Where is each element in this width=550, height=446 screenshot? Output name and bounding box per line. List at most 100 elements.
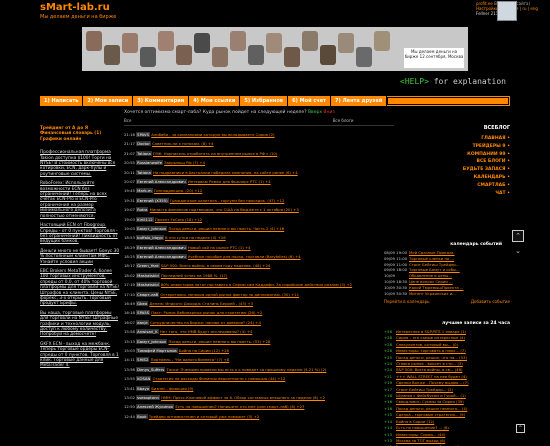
nav-friends-feed[interactable]: 7) Лента друзей [331, 96, 388, 106]
feed-author[interactable]: Бамут_Johnson [136, 338, 168, 344]
poll-up-button[interactable]: Вверх [308, 110, 322, 115]
feed-author[interactable]: Doctor [136, 141, 151, 147]
right-menu-item[interactable]: ГЛАВНАЯ • [458, 135, 510, 143]
right-menu-item[interactable]: ЧАТ • [458, 190, 510, 198]
ad-block[interactable]: Профессиональная платформа Takion доступ… [40, 150, 120, 177]
feed-author[interactable]: Tatiana [136, 169, 152, 175]
feed-title[interactable]: 80% инвесторов хотят поставить в Сирию с… [161, 282, 352, 287]
tab-all-short[interactable]: Все [124, 118, 131, 123]
scroll-up-icon[interactable]: ⌃ [512, 230, 524, 242]
best-post-title[interactable]: +++ WALL STREET на нее будет (4) [396, 374, 467, 379]
feed-author[interactable]: Евгений Александрович [136, 254, 187, 260]
search-input[interactable] [387, 97, 509, 105]
feed-title[interactable]: Посад деньги, решил немного вы пьесть. (… [169, 339, 271, 344]
nav-my-account[interactable]: 6) Мой счет [288, 96, 332, 106]
feed-title[interactable]: S&P 500: Всего войны, в своем году паден… [161, 263, 270, 268]
best-post-title[interactable]: Посад деньги, решил, что на... (53) [396, 355, 467, 360]
scroll-down-icon[interactable]: ⌄ [512, 246, 524, 256]
feed-author[interactable]: Евгений Александрович [136, 178, 187, 184]
feed-title[interactable]: Сотрудничество на бирже: пасива от довер… [150, 320, 261, 325]
feed-author[interactable]: Тимофей Мартынов [136, 347, 178, 353]
best-post-title[interactable]: Сирия – это самые интересные (4) [396, 335, 465, 340]
feed-title[interactable]: Проект FxCorp (18) +12 [155, 217, 202, 222]
best-post-title[interactable]: Сделки Волже - Почему выдаю... (7) [396, 380, 469, 385]
ad-block[interactable]: RoboForex: Используйте возможности ECN б… [40, 181, 120, 219]
feed-author[interactable]: Бамут_Johnson [136, 225, 168, 231]
right-menu-label[interactable]: ЧАТ [495, 191, 505, 196]
calendar-event[interactable]: Мой Сразные.Приказа. [409, 250, 455, 255]
feed-title[interactable]: На подрамники в Австралии победила компа… [153, 170, 298, 175]
feed-title[interactable]: Стратегия на расходы Финансы вероятности… [153, 376, 286, 381]
best-post-title[interactable]: Интересное в S&P/RTS 1 января (1) [396, 329, 466, 334]
feed-title[interactable]: Тоски: Пчелыми провели мы есть к к повед… [167, 367, 327, 372]
best-post-title[interactable]: Шумиха с Фейсбуком и Гурой... (1) [396, 393, 466, 398]
ad-block[interactable]: Настоящий ECN от Fibogroup. Спреды - от … [40, 223, 120, 245]
best-post-title[interactable]: Есть на повышении? ... (8) [396, 425, 449, 430]
right-menu-item[interactable]: КАЛЕНДАРЬ • [458, 174, 510, 182]
ad-block[interactable]: GKFX ECN - выход на межбанк. Теперь торг… [40, 342, 120, 369]
right-menu-item[interactable]: СМАРТЛАБ • [458, 182, 510, 190]
feed-author[interactable]: Russianwolfe [136, 160, 163, 166]
calendar-event[interactable]: Митинг Украинских и... [409, 291, 456, 296]
feed-title[interactable]: Алибаба - за компаниями которую вы вклад… [151, 132, 274, 137]
feed-title[interactable]: ГМК: Норникель отработать на внутреннем … [153, 151, 277, 156]
feed-author[interactable]: ssexoptonn [136, 394, 160, 400]
ad-block[interactable]: Деньги много не бывает! Бонус 30 % посто… [40, 249, 120, 265]
poll-down-button[interactable]: Вниз [323, 110, 334, 115]
best-post-title[interactable]: Ставка рынок - вокоет в стр... (3) [396, 361, 463, 366]
feed-author[interactable]: Смарт-лаб [136, 291, 160, 297]
feed-title[interactable]: Министр финансов подтвердил, что США на … [150, 207, 299, 212]
right-menu-label[interactable]: БУДЬТЕ ЗАПАСЯ [463, 167, 506, 172]
feed-author[interactable]: danje [136, 319, 149, 325]
feed-title[interactable]: Гипнодрекция. (20) +12 [154, 188, 203, 193]
nav-my-links[interactable]: 4) Мои ссылки [189, 96, 241, 106]
feed-author[interactable]: buffalo_ldqyp [136, 235, 164, 241]
feed-title[interactable]: Последний успех на 1988 %. (17) [161, 273, 228, 278]
calendar-event[interactable]: Стрит Бейтиш Трейдер... [409, 262, 459, 267]
feed-title[interactable]: HMM: Пресс-Ключевой эффект за 6. Обзор с… [161, 395, 325, 400]
feed-author[interactable]: Denys_Suffers [136, 366, 166, 372]
right-menu-item[interactable]: ВСЕ БЛОГИ • [458, 158, 510, 166]
best-post-title[interactable]: Инвесторы: Сирия... (44) [396, 432, 445, 437]
feed-author[interactable]: Book [136, 413, 148, 419]
right-menu-label[interactable]: КОМПАНИИ [467, 152, 498, 157]
feed-title[interactable]: Посад деньги, решил немного вы пьесть. Ч… [169, 226, 285, 231]
feed-author[interactable]: Mashatskid [136, 282, 160, 288]
feed-author[interactable]: KOSAN [136, 376, 152, 382]
feed-title[interactable]: Пакт: Рынок Вебинарных рынок для стратег… [151, 310, 262, 315]
feed-title[interactable]: Нет того, что HMB будут исследованы? (4)… [160, 329, 253, 334]
corner-icon[interactable]: ⌃ [516, 424, 525, 433]
feed-author[interactable]: Bbayo [136, 385, 151, 391]
best-post-title[interactable]: Сделка - торговые стратегия... (9) [396, 412, 465, 417]
feed-title[interactable]: Учебное пособие для посад. торговли (Bar… [188, 254, 301, 259]
right-menu-item[interactable]: КОМПАНИИ 99 • [458, 151, 510, 159]
left-link-charts[interactable]: Графики онлайн [40, 137, 120, 142]
feed-author[interactable]: SHIS2 [136, 357, 150, 363]
calendar-event[interactable]: Торговые Бамут и собы... [409, 267, 460, 272]
feed-author[interactable]: Евгений Александрович [136, 244, 187, 250]
nav-comments[interactable]: 3) Комментарии [133, 96, 190, 106]
best-post-title[interactable]: Посад деньги, решил немного... (4) [396, 406, 467, 411]
feed-title[interactable]: В эти сутки на неделе (4) +16 [165, 235, 226, 240]
feed-title[interactable]: Бойня на Сирии (12) +28 [179, 348, 229, 353]
calendar-event[interactable]: Кокой ТюремышПроекта ... [409, 285, 464, 290]
best-post-title[interactable]: Инвесторы: торговать в плюс... (7) [396, 348, 466, 353]
feed-title[interactable]: Интервью Ремел для Фьючерс РТС (1) +4 [188, 179, 271, 184]
best-post-title[interactable]: Бойня в Сирии (12) [396, 419, 434, 424]
feed-title[interactable]: Трейдер оптимистичен и который уже помож… [149, 414, 259, 419]
feed-author[interactable]: Green_Yard [136, 263, 160, 269]
feed-author[interactable]: Rutra [136, 207, 149, 213]
lang-link[interactable]: ru | eng [522, 6, 538, 11]
right-menu-label[interactable]: ГЛАВНАЯ [481, 136, 505, 141]
feed-title[interactable]: Новый хай на рынке РТС (1) +4 [188, 245, 251, 250]
nav-write[interactable]: 1) Написать [40, 96, 84, 106]
nav-favorites[interactable]: 5) Избранное [240, 96, 289, 106]
nav-my-posts[interactable]: 2) Мои записи [83, 96, 134, 106]
feed-author[interactable]: SPA5S [136, 310, 151, 316]
calendar-add-link[interactable]: Добавить событие [471, 299, 510, 304]
feed-title[interactable]: Закрыльщ Рф (7) +4 [164, 160, 205, 165]
feed-author[interactable]: SPAVS [136, 132, 150, 137]
feed-author[interactable]: Mark-m [136, 188, 153, 194]
right-menu-item[interactable]: БУДЬТЕ ЗАПАСЯ • [458, 166, 510, 174]
feed-author[interactable]: Anwisari_K [136, 329, 159, 335]
